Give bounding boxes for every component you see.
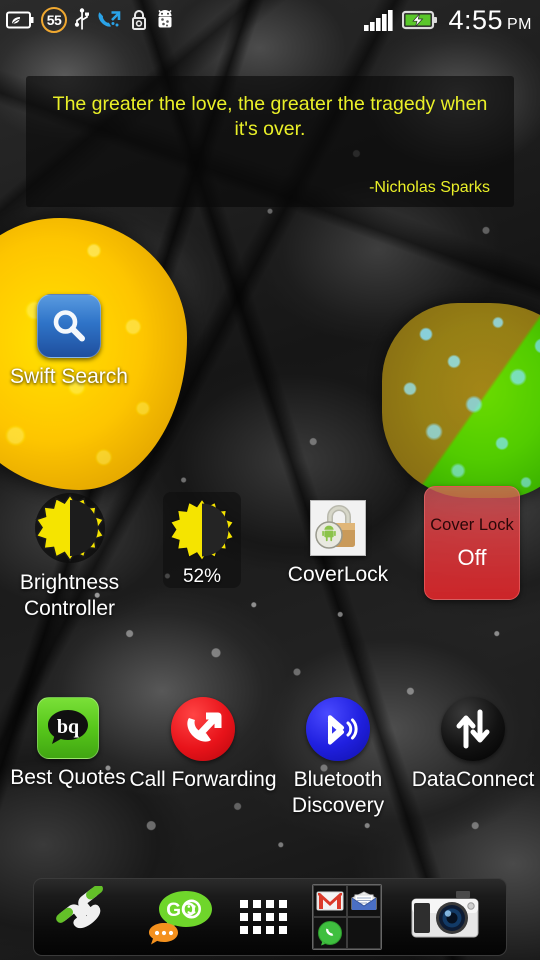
dock: GO — [33, 878, 507, 956]
coverlock-icon-art — [310, 500, 366, 556]
padlock-android-icon — [310, 500, 366, 556]
app-label-brightness-controller: Brightness Controller — [19, 571, 120, 620]
sun-icon — [169, 497, 235, 563]
dock-item-app-drawer[interactable] — [240, 900, 288, 934]
screen-lock-icon — [132, 10, 146, 30]
android-system-icon — [158, 10, 172, 28]
app-icon-best-quotes[interactable]: bq Best Quotes — [7, 697, 129, 791]
dock-item-phone[interactable] — [56, 886, 124, 948]
email-envelope-icon — [351, 891, 377, 910]
app-icon-brightness-controller[interactable]: Brightness Controller — [2, 492, 137, 622]
up-down-arrows-icon — [441, 697, 505, 761]
brightness-widget-body[interactable]: 52% — [163, 492, 241, 588]
dock-item-camera[interactable] — [406, 889, 484, 945]
folder-icon — [311, 884, 382, 950]
phone-arrow-icon — [171, 697, 235, 761]
whatsapp-icon — [317, 921, 342, 946]
app-label-data-connect: DataConnect — [411, 768, 535, 791]
signal-bars-icon — [364, 10, 394, 31]
wallpaper-green-leaf — [382, 303, 540, 498]
app-icon-bluetooth-discovery[interactable]: Bluetooth Discovery — [277, 697, 399, 819]
magnifier-icon — [37, 294, 101, 358]
call-forwarding-icon — [98, 11, 121, 27]
speech-bubble-bq-icon: bq — [37, 697, 99, 759]
folder-slot-empty — [346, 917, 381, 949]
quote-widget[interactable]: The greater the love, the greater the tr… — [26, 76, 514, 207]
quote-author: -Nicholas Sparks — [369, 179, 490, 196]
clock-time: 4:55 — [448, 4, 503, 35]
status-bar-left-icons: 55 — [6, 7, 364, 33]
brightness-icon-art — [34, 492, 106, 564]
clock: 4:55 PM — [448, 5, 532, 36]
chat-bubble-go-icon: GO — [149, 891, 213, 945]
coverlock-widget-title: Cover Lock — [430, 515, 514, 534]
battery-saver-leaf-icon — [6, 11, 34, 29]
folder-slot-gmail — [312, 885, 347, 917]
usb-icon — [74, 8, 89, 30]
app-label-best-quotes: Best Quotes — [10, 766, 126, 789]
call-forwarding-icon-art — [171, 697, 235, 761]
app-icon-call-forwarding[interactable]: Call Forwarding — [129, 697, 277, 793]
app-label-bluetooth-discovery: Bluetooth Discovery — [291, 768, 385, 817]
coverlock-toggle-widget[interactable]: Cover Lock Off — [424, 486, 520, 600]
handset-icon — [56, 886, 104, 929]
app-label-coverlock: CoverLock — [287, 563, 389, 586]
notification-count-badge: 55 — [41, 7, 67, 33]
brightness-percent-widget[interactable]: 52% — [163, 492, 241, 588]
status-bar-right-icons: 4:55 PM — [364, 5, 532, 36]
bluetooth-icon — [306, 697, 370, 761]
folder-slot-email — [346, 885, 381, 917]
gmail-icon — [316, 891, 344, 911]
status-bar[interactable]: 55 4:55 PM — [0, 0, 540, 40]
app-label-swift-search: Swift Search — [10, 365, 128, 388]
dock-item-mail-folder[interactable] — [311, 884, 382, 950]
battery-charging-icon — [402, 10, 438, 30]
camera-icon — [411, 891, 479, 938]
grid-dots-icon — [240, 900, 288, 934]
clock-ampm: PM — [507, 15, 532, 33]
quote-text: The greater the love, the greater the tr… — [52, 93, 488, 140]
dock-item-go-sms[interactable]: GO — [148, 887, 216, 947]
svg-text:bq: bq — [57, 716, 79, 738]
swift-search-icon-art — [37, 294, 101, 358]
best-quotes-icon-art: bq — [37, 697, 99, 759]
coverlock-widget-state: Off — [457, 544, 487, 570]
app-icon-data-connect[interactable]: DataConnect — [412, 697, 534, 793]
app-label-call-forwarding: Call Forwarding — [129, 768, 277, 791]
app-icon-coverlock[interactable]: CoverLock — [277, 500, 399, 588]
brightness-percent-value: 52% — [182, 566, 222, 587]
data-connect-icon-art — [441, 697, 505, 761]
app-icon-swift-search[interactable]: Swift Search — [9, 294, 129, 390]
folder-slot-whatsapp — [312, 917, 347, 949]
sun-icon — [34, 493, 105, 563]
bluetooth-icon-art — [306, 697, 370, 761]
